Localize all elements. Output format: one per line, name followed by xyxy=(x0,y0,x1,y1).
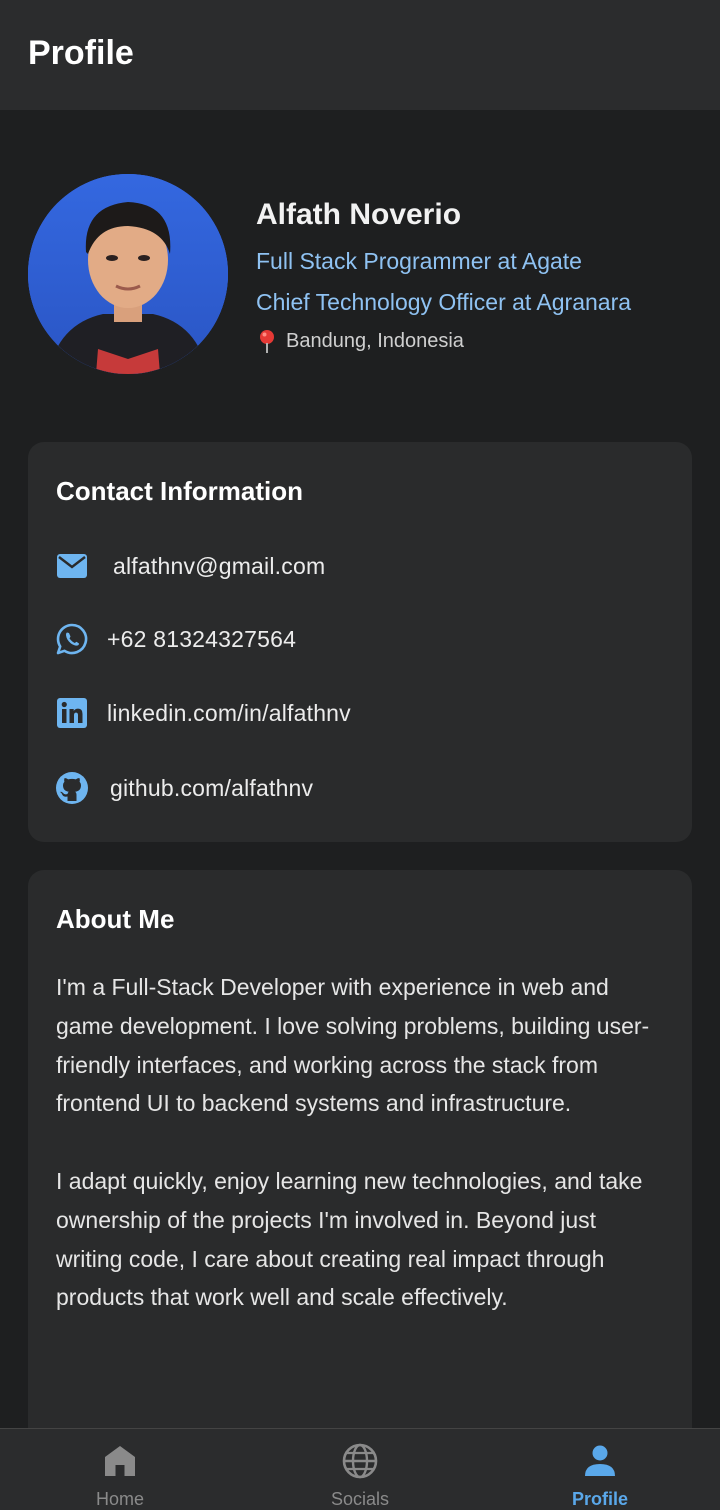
contact-whatsapp-text: +62 81324327564 xyxy=(107,625,297,652)
linkedin-icon xyxy=(54,695,90,731)
nav-socials-label: Socials xyxy=(330,1489,390,1509)
page-title: Profile xyxy=(28,34,134,72)
app-bar: Profile xyxy=(0,0,720,110)
nav-home-label: Home xyxy=(95,1489,144,1509)
profile-header: Alfath Noverio Full Stack Programmer at … xyxy=(0,110,720,440)
location-pin-icon xyxy=(256,328,278,354)
github-icon xyxy=(54,770,90,806)
profile-location: Bandung, Indonesia xyxy=(256,328,464,354)
location-text: Bandung, Indonesia xyxy=(286,329,464,352)
contact-email[interactable]: alfathnv@gmail.com xyxy=(54,546,654,586)
nav-profile-label: Profile xyxy=(571,1489,628,1509)
about-paragraph-2: I adapt quickly, enjoy learning new tech… xyxy=(56,1167,643,1311)
bottom-navigation: Home Socials Profile xyxy=(0,1428,720,1510)
profile-role-1: Full Stack Programmer at Agate xyxy=(256,248,582,274)
whatsapp-icon xyxy=(54,621,90,657)
about-paragraph-1: I'm a Full-Stack Developer with experien… xyxy=(56,974,650,1117)
contact-whatsapp[interactable]: +62 81324327564 xyxy=(54,619,654,659)
nav-home[interactable]: Home xyxy=(0,1429,240,1510)
contact-github[interactable]: github.com/alfathnv xyxy=(54,768,654,808)
contact-linkedin[interactable]: linkedin.com/in/alfathnv xyxy=(54,693,654,733)
about-me-card: About Me I'm a Full-Stack Developer with… xyxy=(28,870,692,1510)
contact-linkedin-text: linkedin.com/in/alfathnv xyxy=(107,699,351,726)
about-title: About Me xyxy=(56,904,175,934)
nav-profile[interactable]: Profile xyxy=(480,1429,720,1510)
nav-socials[interactable]: Socials xyxy=(240,1429,480,1510)
profile-name: Alfath Noverio xyxy=(256,198,462,231)
contact-github-text: github.com/alfathnv xyxy=(110,774,314,801)
globe-icon xyxy=(342,1443,378,1479)
email-icon xyxy=(54,548,90,584)
contact-title: Contact Information xyxy=(56,476,303,506)
contact-email-text: alfathnv@gmail.com xyxy=(113,552,326,579)
profile-role-2: Chief Technology Officer at Agranara xyxy=(256,289,632,315)
avatar xyxy=(28,174,228,374)
person-icon xyxy=(582,1443,618,1479)
profile-screen: Profile Alfath Noverio Full Stack Progra… xyxy=(0,0,720,1510)
home-icon xyxy=(102,1443,138,1479)
contact-information-card: Contact Information alfathnv@gmail.com +… xyxy=(28,442,692,842)
about-text: I'm a Full-Stack Developer with experien… xyxy=(56,968,668,1317)
